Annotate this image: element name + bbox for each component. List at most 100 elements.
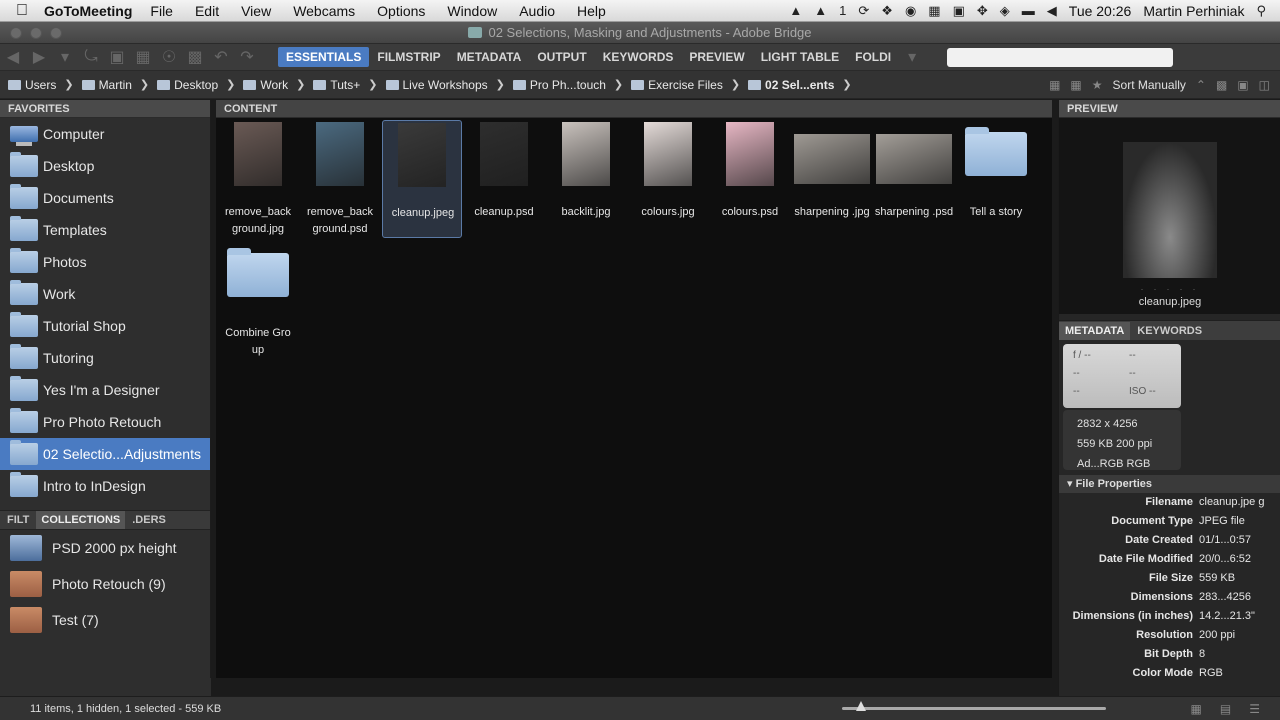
sidebar-item-intro-to-indesign[interactable]: Intro to InDesign	[0, 470, 210, 502]
sidebar-item-work[interactable]: Work	[0, 278, 210, 310]
panel-divider[interactable]	[0, 502, 210, 510]
move-icon[interactable]: ✥	[977, 3, 988, 19]
preview-area[interactable]: . . . . . cleanup.jpeg	[1059, 118, 1280, 314]
trash-icon[interactable]: ◫	[1259, 78, 1270, 92]
breadcrumb-users[interactable]: Users ❯	[0, 78, 74, 92]
back-arrow-icon[interactable]: ◀	[0, 47, 26, 67]
open-in-camera-raw-icon[interactable]: ☉	[156, 47, 182, 67]
volume-icon[interactable]: ◀	[1047, 3, 1057, 19]
chevron-right-icon[interactable]: ❯	[731, 78, 740, 91]
grid-view-icon[interactable]: ▦	[1191, 702, 1202, 716]
workspace-light-table[interactable]: LIGHT TABLE	[753, 47, 847, 67]
property-value[interactable]: 200 ppi	[1199, 626, 1275, 645]
thumbnail-image[interactable]	[876, 134, 952, 184]
property-value[interactable]: 20/0...6:52	[1199, 550, 1275, 569]
new-folder-icon[interactable]: ▣	[1237, 78, 1248, 92]
thumbnail-image[interactable]	[480, 122, 528, 186]
camera-import-icon[interactable]: ▣	[104, 47, 130, 67]
tab-keywords[interactable]: KEYWORDS	[1130, 325, 1209, 337]
sidebar-item-documents[interactable]: Documents	[0, 182, 210, 214]
folder-icon[interactable]	[965, 127, 1027, 176]
rotate-right-icon[interactable]: ↷	[234, 47, 260, 67]
file-thumbnail[interactable]: cleanup.jpeg	[382, 120, 462, 238]
drive-icon[interactable]: ▲	[789, 3, 802, 18]
file-thumbnail[interactable]: sharpening .psd	[874, 120, 954, 238]
file-thumbnail[interactable]: Combine Gro up	[218, 241, 298, 359]
workspace-keywords[interactable]: KEYWORDS	[595, 47, 682, 67]
breadcrumb-desktop[interactable]: Desktop ❯	[149, 78, 235, 92]
close-window-button[interactable]	[10, 27, 22, 39]
workspace-output[interactable]: OUTPUT	[529, 47, 594, 67]
file-thumbnail[interactable]: cleanup.psd	[464, 120, 544, 238]
sidebar-item-02-selectio-adjustments[interactable]: 02 Selectio...Adjustments	[0, 438, 210, 470]
file-thumbnail[interactable]: remove_back ground.jpg	[218, 120, 298, 238]
apple-icon[interactable]: 	[0, 2, 44, 20]
thumbnail-image[interactable]	[562, 122, 610, 186]
sidebar-item-pro-photo-retouch[interactable]: Pro Photo Retouch	[0, 406, 210, 438]
search-input[interactable]	[947, 47, 1174, 67]
sort-dropdown[interactable]: Sort Manually	[1113, 78, 1186, 92]
chevron-right-icon[interactable]: ❯	[140, 78, 149, 91]
thumbnail-image[interactable]	[234, 122, 282, 186]
workspace-filmstrip[interactable]: FILMSTRIP	[369, 47, 448, 67]
tab-metadata[interactable]: METADATA	[1059, 321, 1131, 340]
breadcrumb-exercise-files[interactable]: Exercise Files ❯	[623, 78, 740, 92]
chevron-right-icon[interactable]: ❯	[368, 78, 377, 91]
property-value[interactable]: cleanup.jpe g	[1199, 493, 1275, 512]
sidebar-item-yes-i-m-a-designer[interactable]: Yes I'm a Designer	[0, 374, 210, 406]
rotate-left-icon[interactable]: ↶	[208, 47, 234, 67]
chevron-right-icon[interactable]: ❯	[842, 78, 851, 91]
preview-image[interactable]	[1123, 142, 1217, 278]
grid-icon[interactable]: ▦	[928, 3, 940, 19]
menu-webcams[interactable]: Webcams	[293, 3, 355, 19]
zoom-window-button[interactable]	[50, 27, 62, 39]
content-grid[interactable]: remove_back ground.jpg remove_back ground…	[216, 118, 1052, 678]
adobe-icon[interactable]: ▲	[814, 3, 827, 18]
chevron-right-icon[interactable]: ❯	[64, 78, 73, 91]
breadcrumb-current-folder[interactable]: 02 Sel...ents ❯	[740, 78, 852, 92]
collection-item[interactable]: Photo Retouch (9)	[0, 566, 210, 602]
folder-icon[interactable]	[227, 248, 289, 297]
cc-icon[interactable]: ◉	[905, 3, 916, 19]
chevron-right-icon[interactable]: ❯	[226, 78, 235, 91]
breadcrumb-pro-photo[interactable]: Pro Ph...touch ❯	[505, 78, 623, 92]
menu-window[interactable]: Window	[447, 3, 497, 19]
menu-file[interactable]: File	[150, 3, 173, 19]
tab-filter[interactable]: FILT	[0, 514, 36, 526]
sidebar-item-templates[interactable]: Templates	[0, 214, 210, 246]
sidebar-item-computer[interactable]: Computer	[0, 118, 210, 150]
menu-help[interactable]: Help	[577, 3, 606, 19]
minimize-window-button[interactable]	[30, 27, 42, 39]
sidebar-item-desktop[interactable]: Desktop	[0, 150, 210, 182]
thumbnail-size-slider[interactable]	[842, 707, 1106, 710]
thumbnail-image[interactable]	[794, 134, 870, 184]
tab-collections[interactable]: COLLECTIONS	[36, 511, 126, 529]
sync-icon[interactable]: ⟳	[858, 3, 869, 19]
app-menu[interactable]: GoToMeeting	[44, 3, 132, 19]
refine-icon[interactable]: ▦	[130, 47, 156, 67]
thumbnail-image[interactable]	[726, 122, 774, 186]
recent-folders-icon[interactable]: ▾	[52, 47, 78, 67]
file-thumbnail[interactable]: colours.psd	[710, 120, 790, 238]
file-thumbnail[interactable]: Tell a story	[956, 120, 1036, 238]
preview-header[interactable]: PREVIEW	[1059, 100, 1280, 118]
user-name[interactable]: Martin Perhiniak	[1143, 3, 1244, 19]
boomerang-icon[interactable]: ⤿	[78, 48, 104, 66]
workspace-folders[interactable]: FOLDI	[847, 47, 899, 67]
filter-icon[interactable]: ▦	[1070, 78, 1081, 92]
file-thumbnail[interactable]: remove_back ground.psd	[300, 120, 380, 238]
sidebar-item-tutoring[interactable]: Tutoring	[0, 342, 210, 374]
open-recent-icon[interactable]: ▩	[1216, 78, 1227, 92]
display-icon[interactable]: ▣	[953, 3, 965, 19]
property-value[interactable]: RGB	[1199, 664, 1275, 683]
workspace-dropdown-icon[interactable]: ▾	[899, 47, 925, 67]
chevron-right-icon[interactable]: ❯	[496, 78, 505, 91]
file-thumbnail[interactable]: sharpening .jpg	[792, 120, 872, 238]
menu-options[interactable]: Options	[377, 3, 425, 19]
breadcrumb-martin[interactable]: Martin ❯	[74, 78, 149, 92]
file-thumbnail[interactable]: backlit.jpg	[546, 120, 626, 238]
collection-item[interactable]: PSD 2000 px height	[0, 530, 210, 566]
sidebar-item-tutorial-shop[interactable]: Tutorial Shop	[0, 310, 210, 342]
property-value[interactable]: 559 KB	[1199, 569, 1275, 588]
sort-direction-icon[interactable]: ⌃	[1196, 78, 1206, 92]
